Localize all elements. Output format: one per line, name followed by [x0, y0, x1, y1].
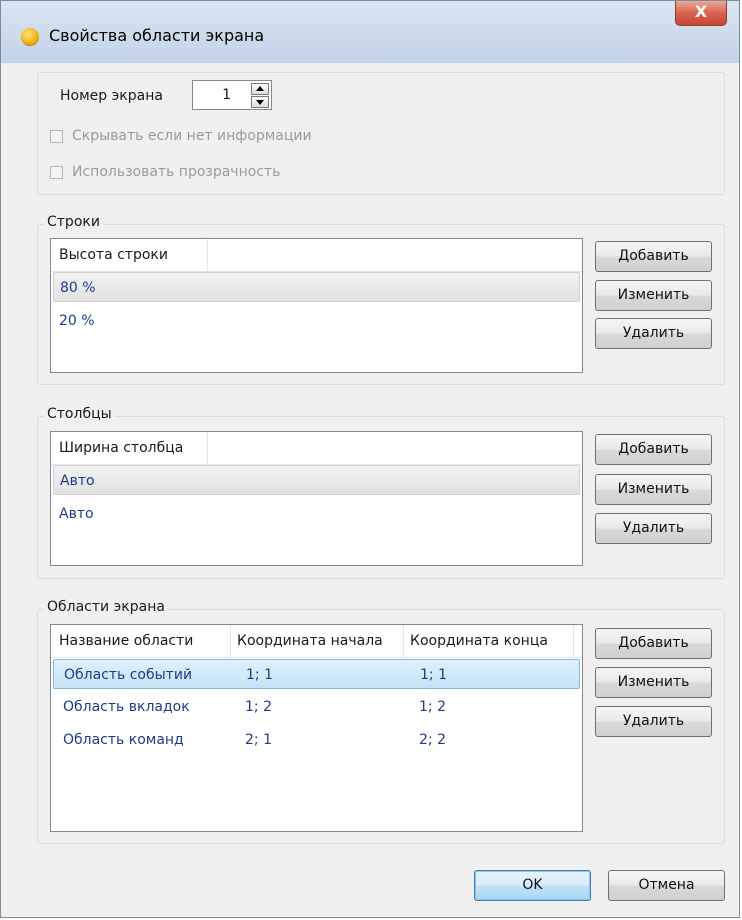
area-name-column-header[interactable]: Название области — [51, 625, 231, 657]
ok-button[interactable]: OK — [474, 870, 591, 901]
title-bar[interactable]: Свойства области экрана X — [1, 1, 739, 63]
areas-list[interactable]: Название области Координата начала Коорд… — [50, 624, 583, 832]
areas-group-title: Области экрана — [44, 599, 168, 615]
columns-delete-button[interactable]: Удалить — [595, 513, 712, 544]
use-transparency-checkbox[interactable] — [50, 166, 63, 179]
list-item[interactable]: 20 % — [53, 306, 580, 336]
spin-up-button[interactable] — [251, 83, 269, 95]
areas-add-button[interactable]: Добавить — [595, 628, 712, 659]
list-item[interactable]: 80 % — [53, 272, 580, 302]
row-height-value: 20 % — [59, 313, 95, 329]
use-transparency-label: Использовать прозрачность — [72, 164, 281, 180]
areas-edit-button[interactable]: Изменить — [595, 667, 712, 698]
area-name-cell: Область команд — [63, 732, 184, 748]
spin-down-button[interactable] — [251, 96, 269, 108]
end-coord-cell: 1; 1 — [420, 667, 447, 683]
row-height-column-header[interactable]: Высота строки — [51, 239, 208, 271]
cancel-button[interactable]: Отмена — [608, 870, 725, 901]
rows-group-title: Строки — [44, 214, 103, 230]
start-coord-cell: 1; 2 — [245, 699, 272, 715]
areas-delete-button[interactable]: Удалить — [595, 706, 712, 737]
rows-list-header: Высота строки — [51, 239, 582, 272]
row-height-value: 80 % — [60, 280, 96, 296]
window-title: Свойства области экрана — [49, 26, 265, 45]
columns-edit-button[interactable]: Изменить — [595, 474, 712, 505]
start-coord-cell: 1; 1 — [246, 667, 273, 683]
columns-list[interactable]: Ширина столбца Авто Авто — [50, 431, 583, 566]
table-row[interactable]: Область вкладок 1; 2 1; 2 — [53, 692, 580, 722]
columns-list-header: Ширина столбца — [51, 432, 582, 465]
end-coord-cell: 2; 2 — [419, 732, 446, 748]
columns-group-title: Столбцы — [44, 406, 115, 422]
table-row[interactable]: Область команд 2; 1 2; 2 — [53, 725, 580, 755]
start-coord-column-header[interactable]: Координата начала — [231, 625, 404, 657]
screen-number-label: Номер экрана — [60, 88, 163, 104]
list-item[interactable]: Авто — [53, 499, 580, 529]
rows-list[interactable]: Высота строки 80 % 20 % — [50, 238, 583, 373]
table-row[interactable]: Область событий 1; 1 1; 1 — [53, 659, 580, 689]
app-icon — [21, 28, 39, 46]
column-width-value: Авто — [59, 506, 94, 522]
screen-number-spinner[interactable]: 1 — [192, 80, 272, 110]
hide-if-no-info-label: Скрывать если нет информации — [72, 128, 312, 144]
columns-add-button[interactable]: Добавить — [595, 434, 712, 465]
arrow-up-icon — [256, 86, 264, 91]
end-coord-column-header[interactable]: Координата конца — [404, 625, 574, 657]
area-name-cell: Область событий — [64, 667, 193, 683]
column-width-column-header[interactable]: Ширина столбца — [51, 432, 208, 464]
end-coord-cell: 1; 2 — [419, 699, 446, 715]
hide-if-no-info-checkbox[interactable] — [50, 130, 63, 143]
area-name-cell: Область вкладок — [63, 699, 190, 715]
list-item[interactable]: Авто — [53, 465, 580, 495]
areas-list-header: Название области Координата начала Коорд… — [51, 625, 582, 658]
close-button[interactable]: X — [675, 1, 727, 26]
screen-number-value: 1 — [222, 87, 231, 103]
start-coord-cell: 2; 1 — [245, 732, 272, 748]
rows-delete-button[interactable]: Удалить — [595, 318, 712, 349]
arrow-down-icon — [256, 100, 264, 105]
rows-add-button[interactable]: Добавить — [595, 241, 712, 272]
column-width-value: Авто — [60, 473, 95, 489]
rows-edit-button[interactable]: Изменить — [595, 280, 712, 311]
